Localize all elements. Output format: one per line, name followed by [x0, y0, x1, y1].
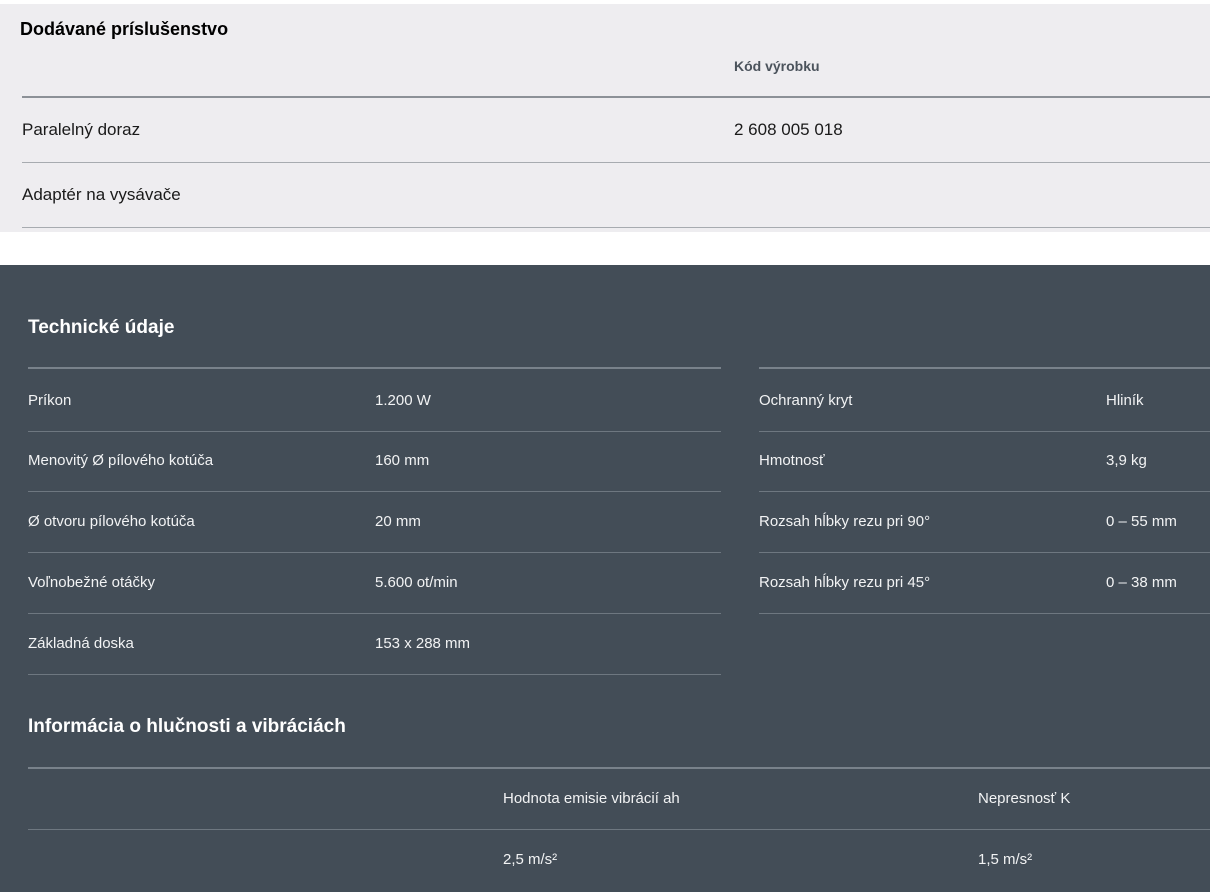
spec-value: Hliník — [1106, 392, 1144, 409]
accessories-section: Dodávané príslušenstvo Kód výrobku Paral… — [0, 4, 1210, 232]
technical-data-section: Technické údaje Príkon 1.200 W Menovitý … — [0, 265, 1210, 892]
row-divider — [759, 431, 1210, 432]
row-divider — [759, 613, 1210, 614]
row-divider — [28, 552, 721, 553]
row-divider — [28, 431, 721, 432]
row-divider — [22, 227, 1210, 228]
accessory-name: Adaptér na vysávače — [22, 185, 181, 204]
spec-label: Hmotnosť — [759, 452, 825, 469]
uncertainty-value: 1,5 m/s² — [978, 851, 1033, 868]
spec-label: Rozsah hĺbky rezu pri 45° — [759, 574, 931, 591]
uncertainty-header: Nepresnosť K — [978, 790, 1071, 807]
row-divider — [28, 491, 721, 492]
table-top-divider — [28, 367, 721, 369]
spec-label: Ø otvoru pílového kotúča — [28, 513, 195, 530]
accessories-title: Dodávané príslušenstvo — [20, 19, 229, 39]
spec-value: 153 x 288 mm — [375, 635, 471, 652]
table-top-divider — [759, 367, 1210, 369]
technical-data-title: Technické údaje — [28, 317, 175, 338]
spec-value: 0 – 55 mm — [1106, 513, 1177, 530]
spec-value: 0 – 38 mm — [1106, 574, 1177, 591]
vibration-emission-value: 2,5 m/s² — [503, 851, 558, 868]
vibration-emission-header: Hodnota emisie vibrácií ah — [503, 790, 680, 807]
accessory-code: 2 608 005 018 — [734, 120, 843, 139]
spec-value: 3,9 kg — [1106, 452, 1147, 469]
spec-value: 5.600 ot/min — [375, 574, 458, 591]
row-divider — [759, 552, 1210, 553]
table-header-divider — [22, 96, 1210, 98]
spec-label: Rozsah hĺbky rezu pri 90° — [759, 513, 931, 530]
accessory-name: Paralelný doraz — [22, 120, 141, 139]
spec-value: 160 mm — [375, 452, 430, 469]
row-divider — [759, 491, 1210, 492]
row-divider — [28, 674, 721, 675]
product-code-header: Kód výrobku — [734, 58, 820, 74]
spec-value: 1.200 W — [375, 392, 431, 409]
spec-label: Voľnobežné otáčky — [28, 574, 155, 591]
row-divider — [22, 162, 1210, 163]
spec-label: Menovitý Ø pílového kotúča — [28, 452, 214, 469]
spec-label: Príkon — [28, 392, 72, 409]
spec-label: Základná doska — [28, 635, 134, 652]
spec-label: Ochranný kryt — [759, 392, 853, 409]
spec-value: 20 mm — [375, 513, 421, 530]
row-divider — [28, 613, 721, 614]
table-top-divider — [28, 767, 1210, 769]
noise-vibration-title: Informácia o hlučnosti a vibráciách — [28, 716, 346, 737]
row-divider — [28, 829, 1210, 830]
